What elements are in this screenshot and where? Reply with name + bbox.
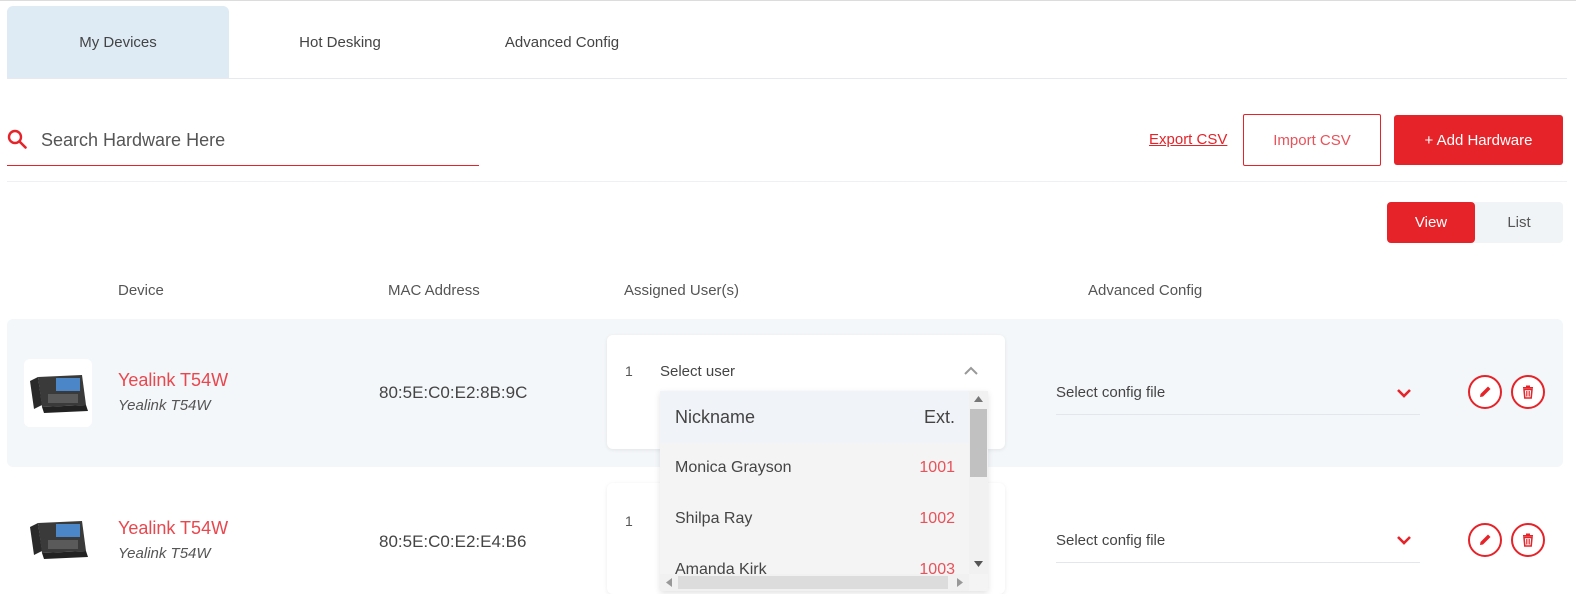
trash-icon xyxy=(1523,385,1533,399)
desk-phone-icon xyxy=(24,359,92,427)
assign-index: 1 xyxy=(625,363,633,379)
select-config-file[interactable]: Select config file xyxy=(1056,384,1165,401)
view-toggle-view[interactable]: View xyxy=(1387,202,1475,243)
dropdown-header-nickname: Nickname xyxy=(675,407,756,427)
device-model: Yealink T54W xyxy=(118,545,211,562)
tab-my-devices[interactable]: My Devices xyxy=(7,6,229,78)
device-name[interactable]: Yealink T54W xyxy=(118,518,228,539)
import-csv-button[interactable]: Import CSV xyxy=(1243,114,1381,166)
trash-icon xyxy=(1523,533,1533,547)
user-option-name: Shilpa Ray xyxy=(675,510,753,527)
search-bar xyxy=(7,120,479,166)
vertical-scroll-thumb[interactable] xyxy=(970,409,987,477)
scroll-right-arrow-icon[interactable] xyxy=(957,578,963,587)
scroll-left-arrow-icon[interactable] xyxy=(666,578,672,587)
search-input[interactable] xyxy=(41,126,461,154)
scroll-up-arrow-icon[interactable] xyxy=(974,396,983,402)
tab-advanced-config[interactable]: Advanced Config xyxy=(451,6,673,78)
mac-address: 80:5E:C0:E2:8B:9C xyxy=(379,383,528,402)
delete-button[interactable] xyxy=(1511,523,1545,557)
dropdown-list: Monica Grayson 1001 Shilpa Ray 1002 Aman… xyxy=(660,443,969,578)
top-border xyxy=(0,0,1576,1)
tab-divider xyxy=(7,78,1567,79)
device-name[interactable]: Yealink T54W xyxy=(118,370,228,391)
desk-phone-icon xyxy=(24,505,92,573)
user-option-ext: 1001 xyxy=(919,459,955,476)
chevron-down-icon[interactable] xyxy=(1396,534,1412,546)
search-icon xyxy=(7,129,27,149)
user-dropdown-menu: Nickname Ext. Monica Grayson 1001 Shilpa… xyxy=(660,391,988,591)
add-hardware-button[interactable]: + Add Hardware xyxy=(1394,115,1563,165)
pencil-icon xyxy=(1480,386,1491,397)
scroll-down-arrow-icon[interactable] xyxy=(974,561,983,567)
config-underline xyxy=(1056,414,1420,415)
section-divider xyxy=(7,181,1567,182)
user-option[interactable]: Monica Grayson 1001 xyxy=(660,443,969,493)
select-user-dropdown[interactable]: Select user xyxy=(660,363,735,380)
column-header-assigned: Assigned User(s) xyxy=(624,282,740,299)
horizontal-scroll-thumb[interactable] xyxy=(678,576,948,589)
user-option[interactable]: Shilpa Ray 1002 xyxy=(660,494,969,544)
column-header-device: Device xyxy=(118,282,164,299)
view-toggle-list[interactable]: List xyxy=(1475,202,1563,243)
export-csv-link[interactable]: Export CSV xyxy=(1149,131,1227,148)
select-config-file[interactable]: Select config file xyxy=(1056,532,1165,549)
user-option-ext: 1002 xyxy=(919,510,955,527)
pencil-icon xyxy=(1480,534,1491,545)
column-header-mac: MAC Address xyxy=(388,282,480,299)
delete-button[interactable] xyxy=(1511,375,1545,409)
chevron-up-icon[interactable] xyxy=(963,366,979,376)
assign-index: 1 xyxy=(625,513,633,529)
dropdown-header-ext: Ext. xyxy=(923,407,955,427)
tab-hot-desking[interactable]: Hot Desking xyxy=(229,6,451,78)
edit-button[interactable] xyxy=(1468,523,1502,557)
mac-address: 80:5E:C0:E2:E4:B6 xyxy=(379,532,527,551)
config-underline xyxy=(1056,562,1420,563)
tab-bar: My Devices Hot Desking Advanced Config xyxy=(7,6,673,78)
dropdown-header: Nickname Ext. xyxy=(660,391,969,443)
edit-button[interactable] xyxy=(1468,375,1502,409)
user-option-name: Monica Grayson xyxy=(675,459,792,476)
device-model: Yealink T54W xyxy=(118,397,211,414)
chevron-down-icon[interactable] xyxy=(1396,387,1412,399)
column-header-config: Advanced Config xyxy=(1088,282,1203,299)
view-toggle: View List xyxy=(1387,202,1563,243)
